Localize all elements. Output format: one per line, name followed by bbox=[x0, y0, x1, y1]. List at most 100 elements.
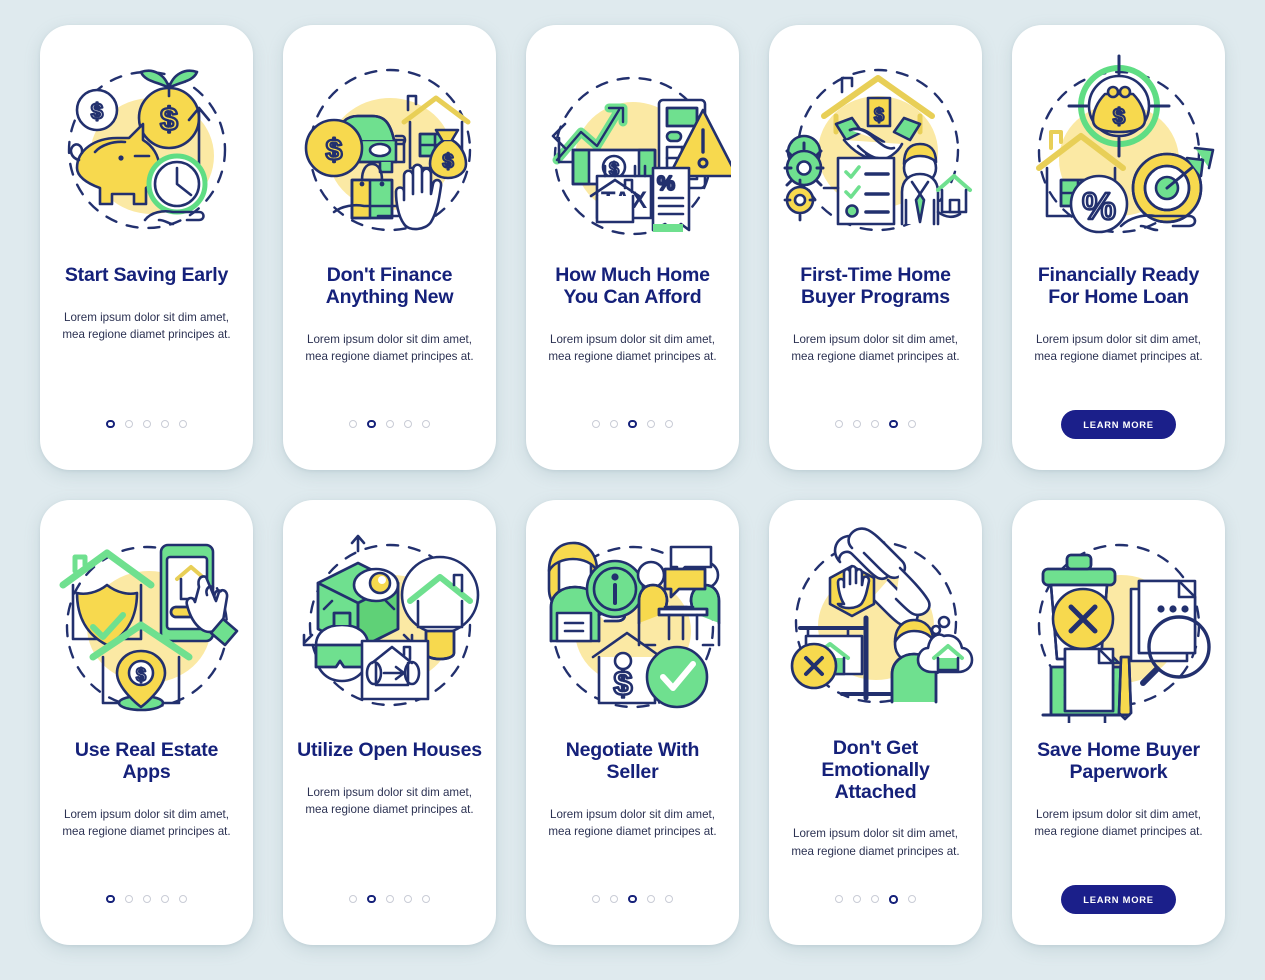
onboarding-card-financially-ready-for-home-loan[interactable]: $ % Financially Ready For Home Loan Lore… bbox=[1012, 25, 1225, 470]
svg-text:$: $ bbox=[160, 101, 178, 137]
onboarding-card-how-much-home-you-can-afford[interactable]: $ TAX % bbox=[526, 25, 739, 470]
svg-text:$: $ bbox=[442, 151, 453, 173]
card-text-block: Start Saving Early Lorem ipsum dolor sit… bbox=[40, 263, 253, 384]
card-footer bbox=[40, 859, 253, 945]
illustration-car-house-shopping-stop: $ $ bbox=[283, 25, 496, 263]
card-description: Lorem ipsum dolor sit dim amet, mea regi… bbox=[305, 332, 474, 363]
pagination-dot-1[interactable] bbox=[106, 894, 115, 904]
pagination-dot-5[interactable] bbox=[664, 420, 673, 428]
card-text-block: Negotiate With Seller Lorem ipsum dolor … bbox=[526, 738, 739, 859]
card-text-block: Utilize Open Houses Lorem ipsum dolor si… bbox=[283, 738, 496, 859]
illustration-tax-calculator-affordability: $ TAX % bbox=[526, 25, 739, 263]
card-text-block: Don't Get Emotionally Attached Lorem ips… bbox=[769, 736, 982, 860]
pagination-dot-3[interactable] bbox=[385, 895, 394, 903]
card-description: Lorem ipsum dolor sit dim amet, mea regi… bbox=[791, 332, 960, 363]
card-text-block: Use Real Estate Apps Lorem ipsum dolor s… bbox=[40, 738, 253, 859]
card-title: First-Time Home Buyer Programs bbox=[800, 264, 951, 308]
card-title: Negotiate With Seller bbox=[565, 739, 700, 783]
pagination-dot-3[interactable] bbox=[871, 420, 880, 428]
pagination-dot-1[interactable] bbox=[592, 895, 601, 903]
pagination-dot-3[interactable] bbox=[142, 895, 151, 903]
learn-more-button[interactable]: LEARN MORE bbox=[1061, 409, 1176, 439]
pagination-dot-4[interactable] bbox=[403, 420, 412, 428]
svg-text:$: $ bbox=[90, 99, 102, 124]
pagination-dot-2[interactable] bbox=[610, 895, 619, 903]
pagination-dot-5[interactable] bbox=[421, 895, 430, 903]
pagination-dot-5[interactable] bbox=[178, 895, 187, 903]
card-footer bbox=[769, 860, 982, 945]
onboarding-card-dont-finance-anything-new[interactable]: $ $ Don't Finance Anything New Lorem ips… bbox=[283, 25, 496, 470]
illustration-piggy-bank-savings: $ $ bbox=[40, 25, 253, 263]
onboarding-screens-board: $ $ Start Saving Early Lorem ipsum dolor… bbox=[0, 0, 1265, 980]
card-text-block: How Much Home You Can Afford Lorem ipsum… bbox=[526, 263, 739, 384]
card-description: Lorem ipsum dolor sit dim amet, mea regi… bbox=[1034, 332, 1203, 363]
pagination-dots[interactable] bbox=[835, 895, 916, 904]
illustration-vr-tour-magnifier-house bbox=[283, 500, 496, 738]
pagination-dot-5[interactable] bbox=[421, 420, 430, 428]
card-footer bbox=[283, 859, 496, 945]
pagination-dot-5[interactable] bbox=[907, 420, 916, 428]
pagination-dots[interactable] bbox=[106, 894, 187, 904]
card-title: Financially Ready For Home Loan bbox=[1037, 264, 1200, 308]
svg-text:%: % bbox=[1082, 186, 1116, 228]
onboarding-card-start-saving-early[interactable]: $ $ Start Saving Early Lorem ipsum dolor… bbox=[40, 25, 253, 470]
pagination-dot-2[interactable] bbox=[124, 420, 133, 428]
onboarding-card-save-home-buyer-paperwork[interactable]: Save Home Buyer Paperwork Lorem ipsum do… bbox=[1012, 500, 1225, 945]
onboarding-card-dont-get-emotionally-attached[interactable]: Don't Get Emotionally Attached Lorem ips… bbox=[769, 500, 982, 945]
pagination-dot-2[interactable] bbox=[367, 419, 376, 429]
pagination-dots[interactable] bbox=[592, 894, 673, 904]
card-text-block: Financially Ready For Home Loan Lorem ip… bbox=[1012, 263, 1225, 384]
pagination-dot-1[interactable] bbox=[592, 420, 601, 428]
illustration-handshake-checklist-agent: $ bbox=[769, 25, 982, 263]
pagination-dot-4[interactable] bbox=[889, 419, 898, 429]
pagination-dots[interactable] bbox=[106, 419, 187, 429]
pagination-dot-4[interactable] bbox=[160, 895, 169, 903]
pagination-dot-2[interactable] bbox=[367, 894, 376, 904]
svg-text:$: $ bbox=[1112, 104, 1124, 129]
card-footer: LEARN MORE bbox=[1012, 859, 1225, 945]
learn-more-button[interactable]: LEARN MORE bbox=[1061, 884, 1176, 914]
illustration-house-phone-app-pin: $ bbox=[40, 500, 253, 738]
pagination-dot-3[interactable] bbox=[142, 420, 151, 428]
pagination-dot-4[interactable] bbox=[889, 895, 898, 904]
pagination-dot-4[interactable] bbox=[403, 895, 412, 903]
pagination-dot-3[interactable] bbox=[385, 420, 394, 428]
pagination-dot-1[interactable] bbox=[835, 420, 844, 428]
onboarding-card-negotiate-with-seller[interactable]: $ Negotiate With Seller Lorem ipsum dolo… bbox=[526, 500, 739, 945]
onboarding-card-use-real-estate-apps[interactable]: $ Use Real Estate Apps Lorem ipsum dolor… bbox=[40, 500, 253, 945]
pagination-dots[interactable] bbox=[592, 419, 673, 429]
card-title: Use Real Estate Apps bbox=[74, 739, 219, 783]
card-footer bbox=[526, 859, 739, 945]
card-title: Utilize Open Houses bbox=[297, 739, 482, 761]
pagination-dot-5[interactable] bbox=[664, 895, 673, 903]
card-title: Don't Get Emotionally Attached bbox=[821, 736, 930, 803]
pagination-dot-2[interactable] bbox=[853, 895, 862, 904]
card-title: Start Saving Early bbox=[64, 264, 229, 286]
pagination-dot-2[interactable] bbox=[610, 420, 619, 428]
card-title: How Much Home You Can Afford bbox=[555, 264, 710, 308]
onboarding-card-first-time-home-buyer-programs[interactable]: $ First-Time Home Buyer Programs Lorem i… bbox=[769, 25, 982, 470]
pagination-dot-4[interactable] bbox=[646, 895, 655, 903]
card-footer bbox=[526, 384, 739, 470]
pagination-dot-1[interactable] bbox=[106, 419, 115, 429]
pagination-dot-4[interactable] bbox=[646, 420, 655, 428]
card-text-block: Don't Finance Anything New Lorem ipsum d… bbox=[283, 263, 496, 384]
pagination-dot-5[interactable] bbox=[907, 895, 916, 904]
pagination-dot-1[interactable] bbox=[349, 420, 358, 428]
pagination-dot-2[interactable] bbox=[124, 895, 133, 903]
pagination-dot-2[interactable] bbox=[853, 420, 862, 428]
pagination-dot-5[interactable] bbox=[178, 420, 187, 428]
pagination-dot-3[interactable] bbox=[628, 419, 637, 429]
onboarding-card-utilize-open-houses[interactable]: Utilize Open Houses Lorem ipsum dolor si… bbox=[283, 500, 496, 945]
svg-text:$: $ bbox=[325, 134, 342, 167]
card-description: Lorem ipsum dolor sit dim amet, mea regi… bbox=[1034, 807, 1203, 838]
pagination-dot-1[interactable] bbox=[349, 895, 358, 903]
pagination-dot-3[interactable] bbox=[871, 895, 880, 904]
pagination-dots[interactable] bbox=[349, 419, 430, 429]
pagination-dot-3[interactable] bbox=[628, 894, 637, 904]
pagination-dots[interactable] bbox=[835, 419, 916, 429]
pagination-dot-1[interactable] bbox=[835, 895, 844, 904]
pagination-dot-4[interactable] bbox=[160, 420, 169, 428]
pagination-dots[interactable] bbox=[349, 894, 430, 904]
svg-text:$: $ bbox=[873, 105, 883, 125]
